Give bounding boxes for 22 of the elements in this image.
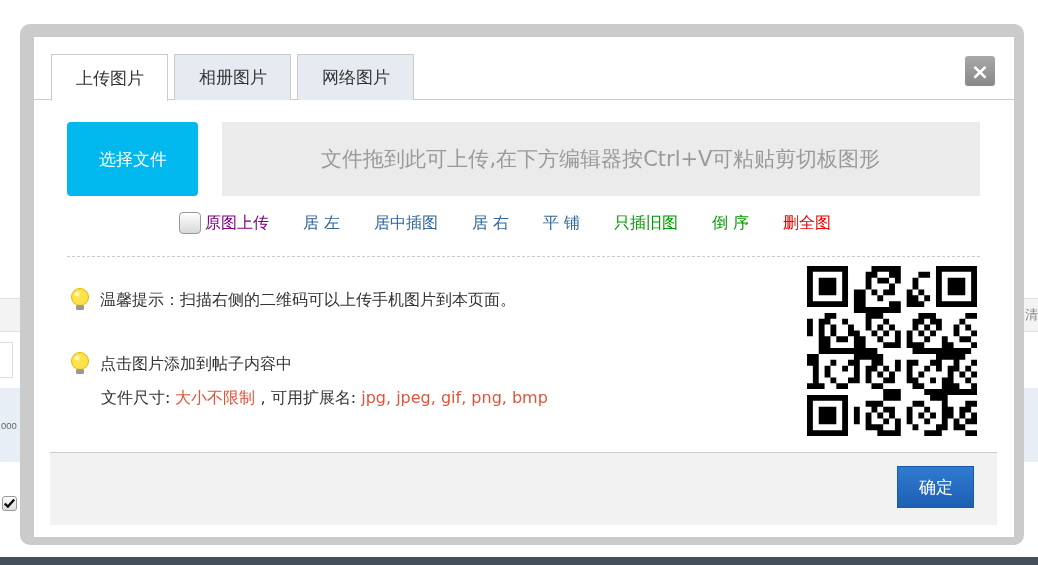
tip-text: 点击图片添加到帖子内容中 bbox=[100, 353, 292, 375]
option-link[interactable]: 删全图 bbox=[783, 212, 832, 234]
input-field[interactable] bbox=[0, 342, 13, 378]
light-bulb-icon bbox=[70, 352, 90, 376]
option-link[interactable]: 居 左 bbox=[303, 212, 341, 234]
column-label: 清 bbox=[1025, 306, 1038, 324]
option-label[interactable]: 原图上传 bbox=[205, 212, 269, 234]
table-cell: 000 bbox=[0, 419, 17, 431]
tab[interactable]: 相册图片 bbox=[174, 54, 291, 100]
light-bulb-icon bbox=[70, 288, 90, 312]
tab[interactable]: 上传图片 bbox=[51, 54, 168, 101]
option-link[interactable]: 居 右 bbox=[472, 212, 510, 234]
option-link[interactable]: 平 铺 bbox=[543, 212, 581, 234]
file-info-text: 文件尺寸: 大小不限制 , 可用扩展名: jpg, jpeg, gif, png, bmp bbox=[100, 388, 548, 409]
tab[interactable]: 网络图片 bbox=[297, 54, 414, 100]
checkbox[interactable] bbox=[179, 212, 201, 234]
option-link[interactable]: 只插旧图 bbox=[614, 212, 679, 234]
option-link[interactable]: 倒 序 bbox=[712, 212, 750, 234]
tip-text: 温馨提示：扫描右侧的二维码可以上传手机图片到本页面。 bbox=[100, 289, 516, 311]
row-checkbox[interactable] bbox=[2, 496, 17, 511]
confirm-button[interactable]: 确定 bbox=[897, 466, 974, 508]
option-link[interactable]: 居中插图 bbox=[374, 212, 439, 234]
